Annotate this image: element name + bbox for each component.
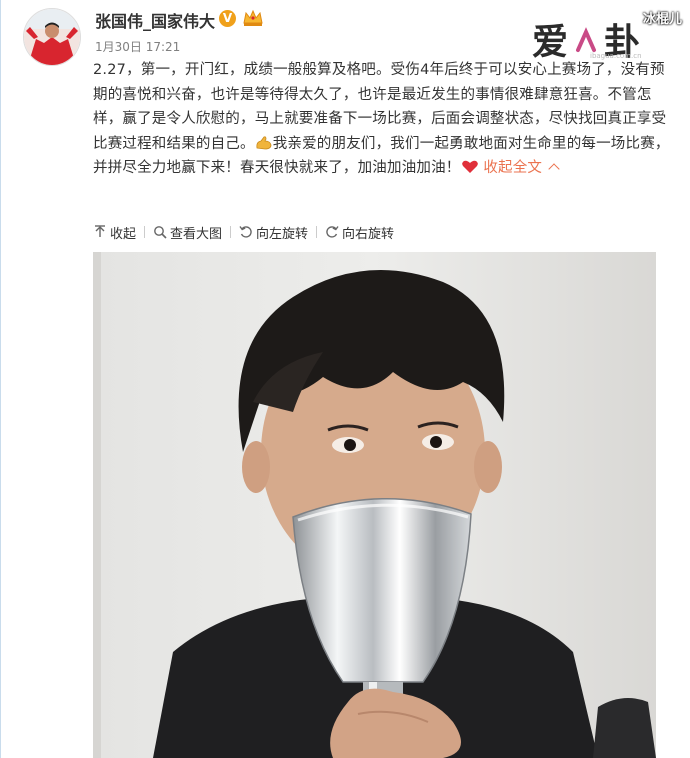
collapse-full-text-label: 收起全文 — [483, 160, 543, 176]
toolbar-divider — [230, 226, 232, 238]
flexed-arm-emoji-icon — [255, 134, 273, 149]
svg-text:爱: 爱 — [532, 21, 567, 62]
red-heart-emoji-icon — [461, 158, 479, 173]
toolbar-divider — [144, 226, 146, 238]
post-photo[interactable] — [93, 252, 656, 758]
collapse-image-button[interactable]: 收起 — [93, 223, 136, 242]
rotate-left-label: 向左旋转 — [256, 226, 309, 242]
weibo-post-card: 张国伟_国家伟大 V 1月30日 17:21 爱 卦 冰棍儿 ibagua.co… — [0, 0, 690, 758]
username[interactable]: 张国伟_国家伟大 — [95, 8, 215, 32]
rotate-left-icon — [239, 226, 252, 238]
collapse-arrow-icon — [95, 225, 105, 237]
post-text: 2.27，第一，开门红，成绩一般般算及格吧。受伤4年后终于可以安心上赛场了，没有… — [93, 58, 673, 181]
collapse-image-label: 收起 — [110, 226, 137, 242]
post-timestamp[interactable]: 1月30日 17:21 — [95, 38, 180, 55]
site-watermark: 爱 卦 冰棍儿 ibagua.com.cn — [532, 6, 682, 64]
avatar[interactable] — [23, 8, 81, 66]
view-large-image-button[interactable]: 查看大图 — [153, 223, 222, 242]
watermark-name: 冰棍儿 — [642, 12, 682, 27]
vip-crown-icon — [242, 9, 264, 27]
image-toolbar: 收起 查看大图 向左旋转 向右旋转 — [93, 222, 394, 242]
rotate-left-button[interactable]: 向左旋转 — [239, 223, 308, 242]
view-large-image-label: 查看大图 — [170, 226, 223, 242]
rotate-right-label: 向右旋转 — [342, 226, 395, 242]
toolbar-divider — [316, 226, 318, 238]
rotate-right-button[interactable]: 向右旋转 — [325, 223, 394, 242]
collapse-full-text-link[interactable]: 收起全文 — [483, 160, 560, 176]
verified-badge-icon: V — [219, 10, 236, 27]
magnifier-icon — [154, 226, 167, 239]
chevron-up-icon — [548, 163, 560, 175]
rotate-right-icon — [326, 226, 339, 238]
